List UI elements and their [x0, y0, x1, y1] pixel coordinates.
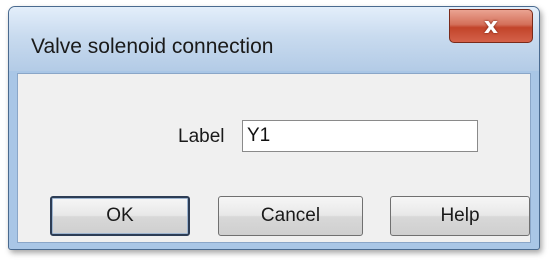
cancel-button[interactable]: Cancel: [218, 196, 363, 236]
window-title: Valve solenoid connection: [31, 35, 274, 58]
close-button[interactable]: x: [449, 9, 533, 43]
dialog-body: Label OK Cancel Help: [17, 73, 531, 243]
dialog-window: Valve solenoid connection x Label OK Can…: [8, 6, 540, 250]
close-icon: x: [483, 13, 499, 39]
help-button[interactable]: Help: [390, 196, 530, 236]
label-input[interactable]: [242, 120, 478, 152]
ok-button[interactable]: OK: [50, 196, 190, 236]
title-bar[interactable]: Valve solenoid connection x: [9, 7, 539, 71]
label-caption: Label: [178, 126, 225, 147]
